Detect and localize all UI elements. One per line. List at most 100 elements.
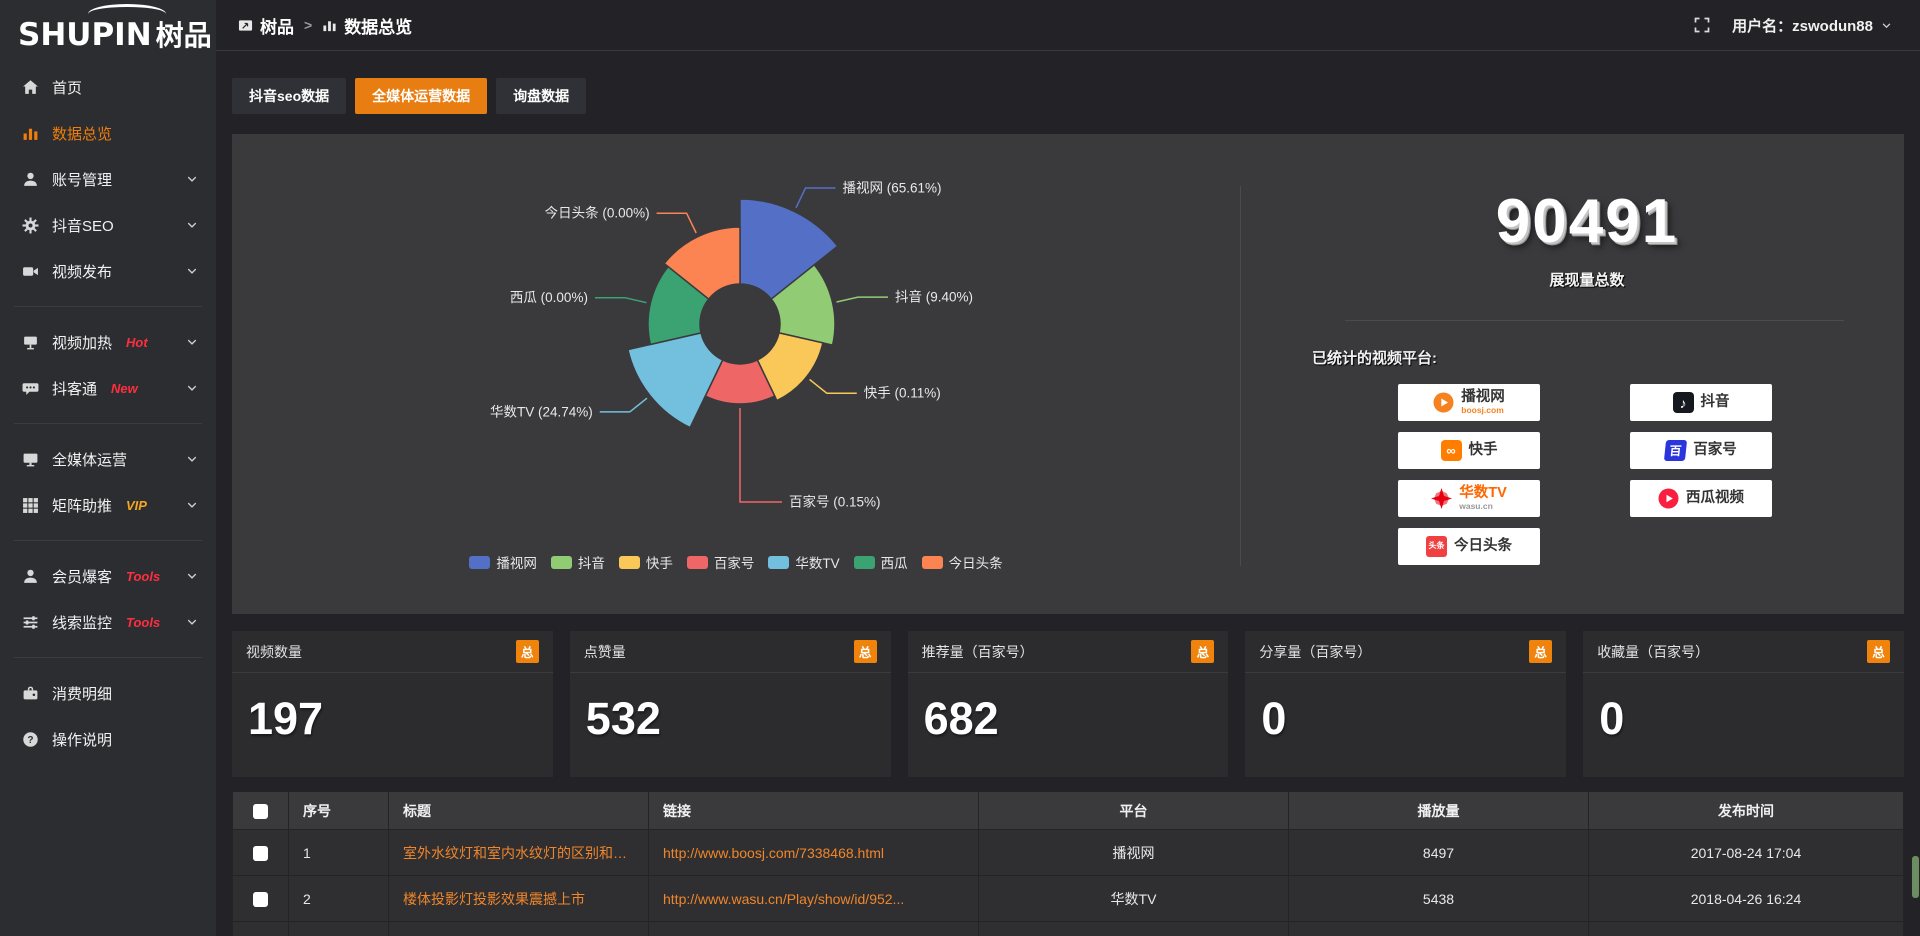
select-all-checkbox[interactable] <box>253 804 268 819</box>
row-checkbox[interactable] <box>253 892 268 907</box>
chevron-down-icon <box>186 499 198 511</box>
sidebar-item-doketong[interactable]: 抖客通 New <box>0 365 216 411</box>
gear-icon <box>22 217 39 234</box>
tab-inquiry-data[interactable]: 询盘数据 <box>496 78 586 114</box>
pie-slice-华数TV[interactable] <box>628 333 723 428</box>
sidebar-item-consumption-detail[interactable]: 消费明细 <box>0 670 216 716</box>
sidebar-item-home[interactable]: 首页 <box>0 64 216 110</box>
stat-card-video-count: 视频数量总 197 <box>232 631 553 777</box>
platform-badge-kuaishou[interactable]: ∞ 快手 <box>1398 432 1540 469</box>
legend-item[interactable]: 播视网 <box>469 552 537 572</box>
sidebar-item-lead-monitor[interactable]: 线索监控 Tools <box>0 599 216 645</box>
stat-card-recommendations: 推荐量（百家号）总 682 <box>908 631 1229 777</box>
rose-pie-chart[interactable]: 播视网 (65.61%)抖音 (9.40%)快手 (0.11%)百家号 (0.1… <box>232 134 1240 548</box>
chevron-down-icon <box>1881 20 1892 31</box>
boosj-logo-icon <box>1433 392 1454 413</box>
row-checkbox[interactable] <box>253 846 268 861</box>
breadcrumb-root[interactable]: 树品 <box>260 13 294 38</box>
sidebar-item-video-heat[interactable]: 视频加热 Hot <box>0 319 216 365</box>
legend-item[interactable]: 华数TV <box>768 552 839 572</box>
sidebar-item-video-publish[interactable]: 视频发布 <box>0 248 216 294</box>
sidebar-item-matrix-boost[interactable]: 矩阵助推 VIP <box>0 482 216 528</box>
row-index: 1 <box>289 830 389 876</box>
person-icon <box>22 568 39 585</box>
table-row-partial <box>233 922 1904 936</box>
total-badge[interactable]: 总 <box>516 640 539 663</box>
stat-value: 0 <box>1599 693 1624 744</box>
legend-item[interactable]: 抖音 <box>551 552 605 572</box>
row-publish-time: 2018-04-26 16:24 <box>1589 876 1904 922</box>
total-badge[interactable]: 总 <box>1191 640 1214 663</box>
legend-item[interactable]: 西瓜 <box>854 552 908 572</box>
douyin-logo-icon: ♪ <box>1673 392 1694 413</box>
row-platform: 华数TV <box>979 876 1289 922</box>
sidebar-group-divider <box>14 306 202 307</box>
row-publish-time: 2017-08-24 17:04 <box>1589 830 1904 876</box>
stat-value: 682 <box>924 693 999 744</box>
tab-douyin-seo-data[interactable]: 抖音seo数据 <box>232 78 346 114</box>
legend-item[interactable]: 快手 <box>619 552 673 572</box>
total-badge[interactable]: 总 <box>1529 640 1552 663</box>
new-tag: New <box>111 381 138 396</box>
legend-swatch <box>687 556 708 569</box>
stat-value: 197 <box>248 693 323 744</box>
platform-badge-douyin[interactable]: ♪ 抖音 <box>1630 384 1772 421</box>
tab-omnimedia-operation-data[interactable]: 全媒体运营数据 <box>355 78 487 114</box>
pie-label: 华数TV (24.74%) <box>490 404 593 419</box>
legend-item[interactable]: 今日头条 <box>922 552 1003 572</box>
legend-item[interactable]: 百家号 <box>687 552 755 572</box>
table-header-row: 序号 标题 链接 平台 播放量 发布时间 <box>233 792 1904 830</box>
video-url-link[interactable]: http://www.boosj.com/7338468.html <box>663 845 964 861</box>
home-icon <box>22 79 39 96</box>
platform-badge-wasu[interactable]: 华数TVwasu.cn <box>1398 480 1540 517</box>
stat-value: 532 <box>586 693 661 744</box>
screen-icon <box>22 334 39 351</box>
video-title-link[interactable]: 室外水纹灯和室内水纹灯的区别和简介 <box>403 843 634 863</box>
row-platform: 播视网 <box>979 830 1289 876</box>
video-url-link[interactable]: http://www.wasu.cn/Play/show/id/952... <box>663 891 964 907</box>
chevron-down-icon <box>186 382 198 394</box>
logo-text-cn: 树品 <box>156 20 212 51</box>
pie-label-line <box>837 297 889 302</box>
sidebar: SHUPIN树品 首页 数据总览 账号管理 抖音SEO 视频发布 视频加热 Ho… <box>0 0 216 936</box>
platforms-title: 已统计的视频平台: <box>1312 347 1874 368</box>
pie-label-line <box>796 188 836 208</box>
app-logo: SHUPIN树品 <box>0 0 216 64</box>
logo-arc-decoration <box>88 4 166 24</box>
question-circle-icon: ? <box>22 731 39 748</box>
chevron-down-icon <box>186 616 198 628</box>
sidebar-item-data-overview[interactable]: 数据总览 <box>0 110 216 156</box>
sidebar-item-omnimedia-operation[interactable]: 全媒体运营 <box>0 436 216 482</box>
baijiahao-logo-icon: 百 <box>1664 440 1687 461</box>
total-badge[interactable]: 总 <box>854 640 877 663</box>
sidebar-item-instructions[interactable]: ? 操作说明 <box>0 716 216 762</box>
platform-badge-xigua[interactable]: 西瓜视频 <box>1630 480 1772 517</box>
bar-chart-icon <box>22 125 39 142</box>
platform-badge-toutiao[interactable]: 头条 今日头条 <box>1398 528 1540 565</box>
scrollbar-thumb[interactable] <box>1912 856 1919 898</box>
video-title-link[interactable]: 楼体投影灯投影效果震撼上市 <box>403 889 634 909</box>
total-impressions-label: 展现量总数 <box>1300 269 1874 290</box>
topbar: 树品 > 数据总览 用户名：zswodun88 <box>216 0 1920 51</box>
platform-badge-boosj[interactable]: 播视网boosj.com <box>1398 384 1540 421</box>
pie-label-line <box>740 408 782 502</box>
total-badge[interactable]: 总 <box>1867 640 1890 663</box>
tools-tag: Tools <box>126 569 160 584</box>
fullscreen-icon[interactable] <box>1694 17 1710 33</box>
pie-label: 快手 (0.11%) <box>864 386 941 401</box>
user-menu[interactable]: 用户名：zswodun88 <box>1732 15 1892 36</box>
vip-tag: VIP <box>126 498 147 513</box>
legend-swatch <box>619 556 640 569</box>
chat-icon <box>22 380 39 397</box>
breadcrumb-current[interactable]: 数据总览 <box>344 13 412 38</box>
sidebar-item-douyin-seo[interactable]: 抖音SEO <box>0 202 216 248</box>
toutiao-logo-icon: 头条 <box>1426 536 1447 557</box>
sidebar-item-account-management[interactable]: 账号管理 <box>0 156 216 202</box>
pie-label-line <box>810 380 857 394</box>
pie-chart-zone: 播视网 (65.61%)抖音 (9.40%)快手 (0.11%)百家号 (0.1… <box>232 134 1240 614</box>
sidebar-item-member-baoke[interactable]: 会员爆客 Tools <box>0 553 216 599</box>
platform-badge-baijiahao[interactable]: 百 百家号 <box>1630 432 1772 469</box>
chevron-down-icon <box>186 453 198 465</box>
summary-zone: 90491 展现量总数 已统计的视频平台: 播视网boosj.com ♪ 抖音 … <box>1240 134 1904 614</box>
stat-card-likes: 点赞量总 532 <box>570 631 891 777</box>
